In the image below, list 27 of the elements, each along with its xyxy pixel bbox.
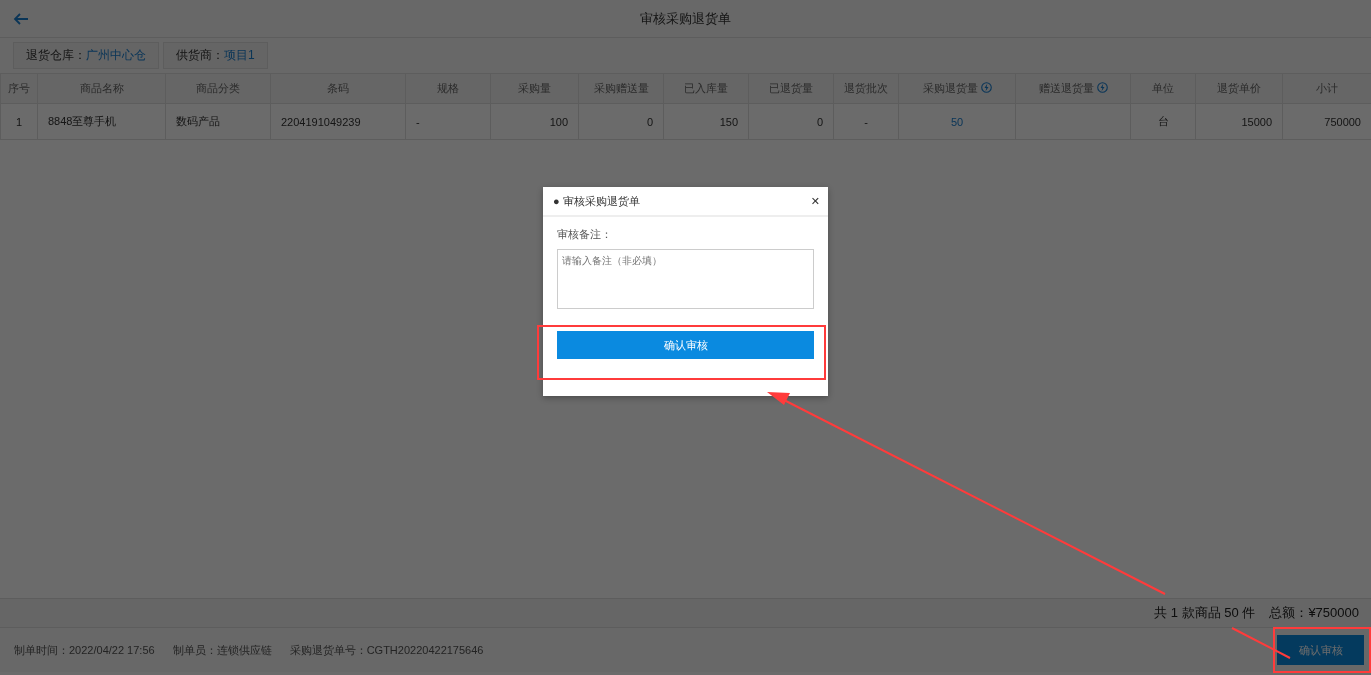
confirm-review-button[interactable]: 确认审核: [557, 331, 814, 359]
order-info: 制单时间：2022/04/22 17:56: [14, 642, 155, 658]
table-cell: 15000: [1195, 103, 1283, 140]
table-cell: 1: [0, 103, 38, 140]
table-cell: 50: [898, 103, 1016, 140]
table-cell: 数码产品: [165, 103, 271, 140]
table-cell: 0: [578, 103, 664, 140]
table-cell: 100: [490, 103, 579, 140]
table-cell: -: [833, 103, 899, 140]
table-cell: 2204191049239: [270, 103, 406, 140]
table-cell: 台: [1130, 103, 1196, 140]
confirm-review-button[interactable]: 确认审核: [1277, 635, 1364, 665]
table-cell: 8848至尊手机: [37, 103, 166, 140]
item-count: 共 1 款商品 50 件: [1154, 604, 1256, 622]
total-amount: 总额：¥750000: [1269, 604, 1359, 622]
table-cell: -: [405, 103, 491, 140]
remark-field[interactable]: 请输入备注（非必填）: [557, 249, 814, 309]
table-cell: 150: [663, 103, 749, 140]
order-info: 制单员：连锁供应链: [172, 642, 272, 658]
field-label: 审核备注：: [557, 227, 613, 242]
filter-tag: 退货仓库：广州中心仓: [13, 42, 159, 69]
back-arrow-icon[interactable]: [13, 10, 29, 27]
close-icon[interactable]: ✕: [810, 194, 820, 208]
page-title: 审核采购退货单: [640, 9, 731, 28]
filter-tag: 供货商：项目1: [163, 42, 268, 69]
table-cell: 0: [748, 103, 834, 140]
dialog-title: ● 审核采购退货单: [553, 193, 640, 209]
